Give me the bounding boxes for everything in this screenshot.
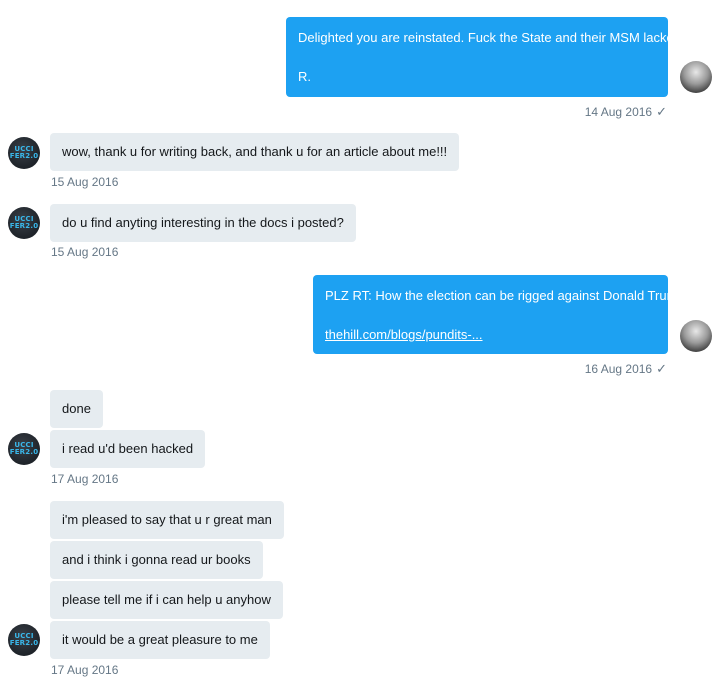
user-avatar[interactable] <box>680 320 712 352</box>
outgoing-message-bubble[interactable]: PLZ RT: How the election can be rigged a… <box>313 275 685 354</box>
incoming-message-bubble[interactable]: i read u'd been hacked <box>50 430 206 468</box>
message-text: and i think i gonna read ur books <box>62 552 251 567</box>
message-text: do u find anyting interesting in the doc… <box>62 215 344 230</box>
message-text: please tell me if i can help u anyhow <box>62 592 271 607</box>
guccifer-avatar[interactable]: UCCI FER2.0 <box>8 624 40 656</box>
message-timestamp: 15 Aug 2016 <box>51 245 119 259</box>
incoming-message-bubble[interactable]: and i think i gonna read ur books <box>50 541 263 579</box>
user-avatar[interactable] <box>680 61 712 93</box>
message-text: PLZ RT: How the election can be rigged a… <box>325 288 685 303</box>
message-signature: R. <box>298 69 311 84</box>
message-text: it would be a great pleasure to me <box>62 632 258 647</box>
outgoing-message-bubble[interactable]: Delighted you are reinstated. Fuck the S… <box>286 17 687 97</box>
message-text: done <box>62 401 91 416</box>
message-timestamp: 14 Aug 2016 ✓ <box>584 104 667 119</box>
message-timestamp: 16 Aug 2016 ✓ <box>584 361 667 376</box>
message-link[interactable]: thehill.com/blogs/pundits-... <box>325 327 656 342</box>
incoming-message-bubble[interactable]: i'm pleased to say that u r great man <box>50 501 284 539</box>
guccifer-avatar[interactable]: UCCI FER2.0 <box>8 433 40 465</box>
message-text: i'm pleased to say that u r great man <box>62 512 272 527</box>
read-check-icon: ✓ <box>656 361 667 376</box>
incoming-message-bubble[interactable]: please tell me if i can help u anyhow <box>50 581 283 619</box>
message-text: i read u'd been hacked <box>62 441 194 456</box>
message-text: Delighted you are reinstated. Fuck the S… <box>298 30 687 45</box>
incoming-message-bubble[interactable]: wow, thank u for writing back, and thank… <box>50 133 460 171</box>
message-timestamp: 17 Aug 2016 <box>51 663 119 677</box>
incoming-message-bubble[interactable]: done <box>50 390 103 428</box>
incoming-message-bubble[interactable]: do u find anyting interesting in the doc… <box>50 204 356 242</box>
message-timestamp: 15 Aug 2016 <box>51 175 119 189</box>
message-timestamp: 17 Aug 2016 <box>51 472 119 486</box>
read-check-icon: ✓ <box>656 104 667 119</box>
guccifer-avatar[interactable]: UCCI FER2.0 <box>8 207 40 239</box>
message-text: wow, thank u for writing back, and thank… <box>62 144 448 159</box>
guccifer-avatar[interactable]: UCCI FER2.0 <box>8 137 40 169</box>
incoming-message-bubble[interactable]: it would be a great pleasure to me <box>50 621 270 659</box>
